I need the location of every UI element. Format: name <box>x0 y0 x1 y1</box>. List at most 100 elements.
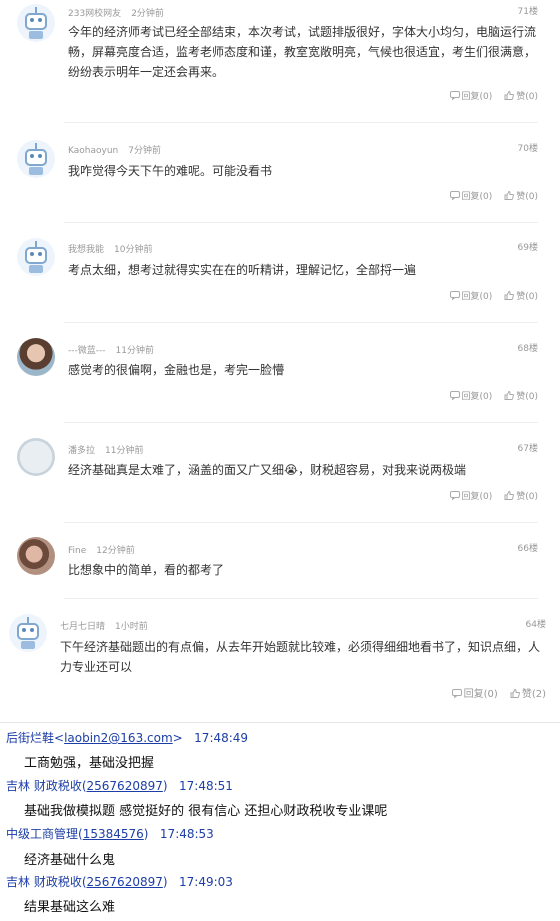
like-button[interactable]: 赞(0) <box>504 89 538 102</box>
post-content: 考点太细，想考过就得实实在在的听精讲，理解记忆，全部捋一遍 <box>68 263 417 277</box>
post-username[interactable]: 233网校网友 <box>68 9 121 19</box>
post-actions: 回复(0) 赞(0) <box>438 389 538 402</box>
reply-button[interactable]: 回复(0) <box>451 685 498 700</box>
like-count: 赞(0) <box>516 192 538 202</box>
chat-timestamp: 17:48:53 <box>159 827 214 841</box>
post-content: 感觉考的很偏啊，金融也是，考完一脸懵 <box>68 363 285 377</box>
post-meta: ---微蓝--- 11分钟前 <box>68 343 154 356</box>
floor-number: 69楼 <box>517 243 538 253</box>
reply-count: 回复(0) <box>461 492 493 502</box>
chat-message: 结果基础这么难 <box>24 900 116 915</box>
reply-count: 回复(0) <box>463 689 498 700</box>
comment-icon <box>449 491 462 502</box>
post-separator <box>64 522 538 523</box>
robot-avatar-icon[interactable] <box>17 238 55 276</box>
comment-icon <box>449 391 462 402</box>
like-count: 赞(0) <box>516 292 538 302</box>
post-username[interactable]: 我想我能 <box>68 245 104 255</box>
sender-qq-link[interactable]: 2567620897 <box>87 779 163 793</box>
sender-email-link[interactable]: laobin2@163.com <box>64 731 173 745</box>
floor-number: 66楼 <box>517 544 538 554</box>
chat-header: 吉林 财政税收(2567620897) 17:48:51 <box>6 779 233 793</box>
comment-icon <box>449 91 462 102</box>
reply-button[interactable]: 回复(0) <box>449 189 492 202</box>
like-count: 赞(0) <box>516 492 538 502</box>
reply-button[interactable]: 回复(0) <box>449 289 493 302</box>
post-username[interactable]: Kaohaoyun <box>68 146 118 156</box>
chat-timestamp: 17:48:49 <box>194 731 249 745</box>
like-button[interactable]: 赞(0) <box>504 189 538 202</box>
comment-icon <box>449 291 462 302</box>
section-divider <box>0 722 560 723</box>
thumbs-up-icon <box>510 689 522 700</box>
chat-message: 工商勉强，基础没把握 <box>24 756 155 771</box>
chat-sender-name[interactable]: 中级工商管理 <box>6 827 78 841</box>
reply-button[interactable]: 回复(0) <box>449 389 493 402</box>
thumbs-up-icon <box>504 391 516 402</box>
post-meta: Kaohaoyun 7分钟前 <box>68 143 161 156</box>
like-count: 赞(0) <box>516 92 538 102</box>
post-content: 我咋觉得今天下午的难呢。可能没看书 <box>68 164 273 178</box>
post-actions: 回复(0) 赞(0) <box>438 489 538 502</box>
reply-count: 回复(0) <box>461 392 493 402</box>
thumbs-up-icon <box>504 91 516 102</box>
post-time: 11分钟前 <box>115 346 154 356</box>
reply-button[interactable]: 回复(0) <box>449 489 493 502</box>
post-content: 下午经济基础题出的有点偏，从去年开始题就比较难，必须得细细地看书了，知识点细，人… <box>60 640 541 674</box>
user-avatar[interactable] <box>17 438 55 476</box>
like-button[interactable]: 赞(2) <box>510 685 546 700</box>
reply-count: 回复(0) <box>461 292 493 302</box>
floor-number: 71楼 <box>517 7 538 17</box>
chat-header: 后街烂鞋<laobin2@163.com> 17:48:49 <box>6 729 560 746</box>
post-time: 7分钟前 <box>128 146 161 156</box>
post-username[interactable]: ---微蓝--- <box>68 346 106 356</box>
chat-sender-name[interactable]: 吉林 财政税收 <box>6 779 82 793</box>
like-button[interactable]: 赞(0) <box>504 389 538 402</box>
chat-sender-name[interactable]: 后街烂鞋 <box>6 731 54 745</box>
post-username[interactable]: 潘多拉 <box>68 446 95 456</box>
reply-count: 回复(0) <box>461 92 493 102</box>
post-username[interactable]: Fine <box>68 546 86 556</box>
post-separator <box>64 222 538 223</box>
post-time: 1小时前 <box>115 622 148 632</box>
like-button[interactable]: 赞(0) <box>504 289 538 302</box>
comment-icon <box>449 191 462 202</box>
post-meta: 七月七日晴 1小时前 <box>60 619 148 632</box>
thumbs-up-icon <box>504 291 516 302</box>
chat-sender-name[interactable]: 吉林 财政税收 <box>6 875 82 889</box>
post-separator <box>64 422 538 423</box>
floor-number: 67楼 <box>517 444 538 454</box>
chat-timestamp: 17:49:03 <box>179 875 233 889</box>
thumbs-up-icon <box>504 491 516 502</box>
post-content: 比想象中的简单，看的都考了 <box>68 563 225 577</box>
like-button[interactable]: 赞(0) <box>504 489 538 502</box>
sender-qq-link[interactable]: 15384576 <box>83 827 144 841</box>
like-count: 赞(0) <box>516 392 538 402</box>
post-meta: 潘多拉 11分钟前 <box>68 443 143 456</box>
thumbs-up-icon <box>504 191 516 202</box>
post-content: 经济基础真是太难了，涵盖的面又广又细😭，财税超容易，对我来说两极端 <box>68 463 467 477</box>
post-content: 今年的经济师考试已经全部结束，本次考试，试题排版很好，字体大小均匀，电脑运行流畅… <box>68 25 537 79</box>
robot-avatar-icon[interactable] <box>17 4 55 42</box>
post-separator <box>64 122 538 123</box>
like-count: 赞(2) <box>521 689 546 700</box>
sender-qq-link[interactable]: 2567620897 <box>87 875 163 889</box>
post-meta: Fine 12分钟前 <box>68 543 135 556</box>
chat-message: 经济基础什么鬼 <box>24 853 116 868</box>
post-actions: 回复(0) 赞(0) <box>438 189 538 202</box>
post-actions: 回复(0) 赞(0) <box>438 289 538 302</box>
floor-number: 68楼 <box>517 344 538 354</box>
email-open-bracket: < <box>54 731 65 745</box>
post-meta: 233网校网友 2分钟前 <box>68 6 164 19</box>
chat-header: 吉林 财政税收(2567620897) 17:49:03 <box>6 875 233 889</box>
post-time: 2分钟前 <box>131 9 164 19</box>
post-actions: 回复(0) 赞(2) <box>440 685 546 700</box>
user-avatar[interactable] <box>17 537 55 575</box>
post-username[interactable]: 七月七日晴 <box>60 622 105 632</box>
robot-avatar-icon[interactable] <box>17 140 55 178</box>
post-time: 11分钟前 <box>105 446 144 456</box>
user-avatar[interactable] <box>17 338 55 376</box>
robot-avatar-icon[interactable] <box>9 614 47 652</box>
reply-button[interactable]: 回复(0) <box>449 89 493 102</box>
chat-message: 基础我做模拟题 感觉挺好的 很有信心 还担心财政税收专业课呢 <box>24 804 388 819</box>
